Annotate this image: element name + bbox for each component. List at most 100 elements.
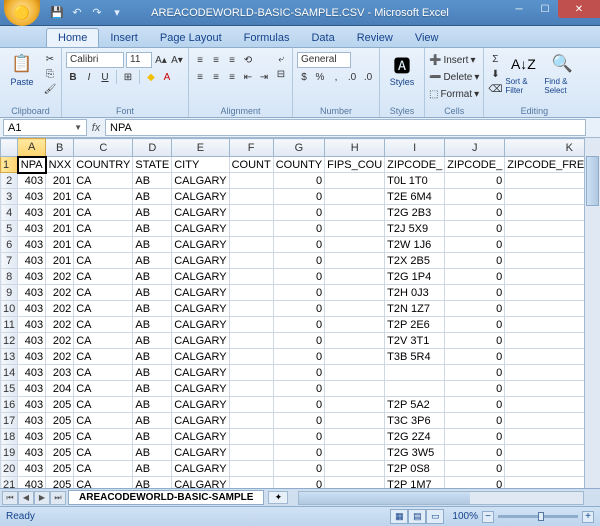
cell[interactable] (325, 477, 385, 489)
cell[interactable] (325, 317, 385, 333)
normal-view-icon[interactable]: ▦ (390, 509, 408, 524)
cell[interactable]: CALGARY (172, 301, 229, 317)
cell[interactable]: 201 (46, 205, 74, 221)
cell[interactable]: 403 (18, 429, 46, 445)
cell[interactable] (229, 285, 273, 301)
percent-icon[interactable]: % (313, 70, 327, 84)
cell[interactable] (325, 413, 385, 429)
row-header[interactable]: 11 (1, 317, 18, 333)
cell[interactable]: AB (133, 381, 172, 397)
cell[interactable]: CA (74, 365, 133, 381)
cell[interactable]: 205 (46, 397, 74, 413)
cell[interactable] (229, 269, 273, 285)
font-color-icon[interactable]: A (160, 70, 174, 84)
cell[interactable]: CA (74, 397, 133, 413)
cell[interactable]: T2X 2B5 (385, 253, 445, 269)
currency-icon[interactable]: $ (297, 70, 311, 84)
cell[interactable]: 203 (46, 365, 74, 381)
cell[interactable]: 0 (445, 189, 505, 205)
cell[interactable]: CALGARY (172, 381, 229, 397)
cell[interactable]: 0 (445, 461, 505, 477)
cell[interactable]: AB (133, 461, 172, 477)
cell[interactable] (229, 221, 273, 237)
cell[interactable]: CALGARY (172, 253, 229, 269)
cell[interactable]: AB (133, 413, 172, 429)
col-header[interactable]: E (172, 139, 229, 157)
cell[interactable]: 403 (18, 221, 46, 237)
cell[interactable]: ZIPCODE_ (445, 157, 505, 173)
cell[interactable]: 403 (18, 381, 46, 397)
tab-view[interactable]: View (404, 29, 450, 47)
cell[interactable]: AB (133, 205, 172, 221)
qat-dropdown-icon[interactable]: ▾ (110, 6, 124, 20)
cell[interactable]: CA (74, 349, 133, 365)
increase-decimal-icon[interactable]: .0 (345, 70, 359, 84)
decrease-decimal-icon[interactable]: .0 (361, 70, 375, 84)
cell[interactable]: CA (74, 317, 133, 333)
row-header[interactable]: 21 (1, 477, 18, 489)
orientation-icon[interactable]: ⟲ (241, 53, 255, 67)
zoom-slider[interactable] (498, 515, 578, 518)
page-break-view-icon[interactable]: ▭ (426, 509, 444, 524)
col-header[interactable]: J (445, 139, 505, 157)
cell[interactable] (229, 445, 273, 461)
cell[interactable]: CA (74, 461, 133, 477)
autosum-icon[interactable]: Σ (488, 52, 502, 66)
insert-cells-button[interactable]: ➕Insert ▾ (429, 52, 479, 68)
tab-formulas[interactable]: Formulas (233, 29, 301, 47)
tab-data[interactable]: Data (300, 29, 345, 47)
cell[interactable]: NPA (18, 157, 46, 173)
cell[interactable]: 403 (18, 413, 46, 429)
cell[interactable]: COUNTRY (74, 157, 133, 173)
row-header[interactable]: 2 (1, 173, 18, 189)
number-format-combo[interactable]: General (297, 52, 351, 68)
cell[interactable]: 403 (18, 205, 46, 221)
grow-font-icon[interactable]: A▴ (154, 53, 168, 67)
cell[interactable]: 0 (445, 365, 505, 381)
format-cells-button[interactable]: ⬚Format ▾ (429, 86, 479, 102)
cell[interactable]: CALGARY (172, 445, 229, 461)
office-button[interactable]: 🟡 (4, 0, 40, 26)
cell[interactable]: 0 (273, 253, 324, 269)
cell[interactable]: 205 (46, 477, 74, 489)
font-size-combo[interactable]: 11 (126, 52, 152, 68)
cell[interactable]: 0 (273, 173, 324, 189)
cell[interactable]: CA (74, 205, 133, 221)
tab-home[interactable]: Home (46, 28, 99, 47)
close-button[interactable]: ✕ (558, 0, 600, 18)
cell[interactable]: STATE (133, 157, 172, 173)
fx-icon[interactable]: fx (87, 122, 105, 134)
cell[interactable]: CA (74, 333, 133, 349)
cell[interactable]: AB (133, 429, 172, 445)
cell[interactable]: 0 (273, 285, 324, 301)
row-header[interactable]: 17 (1, 413, 18, 429)
cell[interactable]: CALGARY (172, 205, 229, 221)
name-box[interactable]: A1 ▼ (3, 119, 87, 136)
cell[interactable]: 0 (273, 397, 324, 413)
cell[interactable] (229, 317, 273, 333)
bold-button[interactable]: B (66, 70, 80, 84)
cell[interactable]: 0 (273, 221, 324, 237)
cell[interactable]: 0 (445, 413, 505, 429)
cell[interactable]: 0 (445, 333, 505, 349)
find-select-button[interactable]: 🔍 Find & Select (544, 52, 580, 95)
cell[interactable]: 0 (445, 205, 505, 221)
row-header[interactable]: 5 (1, 221, 18, 237)
cell[interactable]: T2G 1P4 (385, 269, 445, 285)
cell[interactable]: 403 (18, 317, 46, 333)
new-sheet-icon[interactable]: ✦ (268, 491, 288, 504)
cell[interactable] (229, 397, 273, 413)
cell[interactable]: 205 (46, 461, 74, 477)
cell[interactable]: NXX (46, 157, 74, 173)
col-header[interactable]: A (18, 139, 46, 157)
row-header[interactable]: 8 (1, 269, 18, 285)
align-top-icon[interactable]: ≡ (193, 53, 207, 67)
sheet-tab[interactable]: AREACODEWORLD-BASIC-SAMPLE (68, 490, 264, 505)
align-middle-icon[interactable]: ≡ (209, 53, 223, 67)
cell[interactable]: 403 (18, 301, 46, 317)
cell[interactable]: CALGARY (172, 461, 229, 477)
last-sheet-icon[interactable]: ⏭ (50, 491, 66, 505)
cell[interactable]: T2N 1Z7 (385, 301, 445, 317)
cell[interactable]: 202 (46, 349, 74, 365)
cell[interactable]: 0 (445, 477, 505, 489)
